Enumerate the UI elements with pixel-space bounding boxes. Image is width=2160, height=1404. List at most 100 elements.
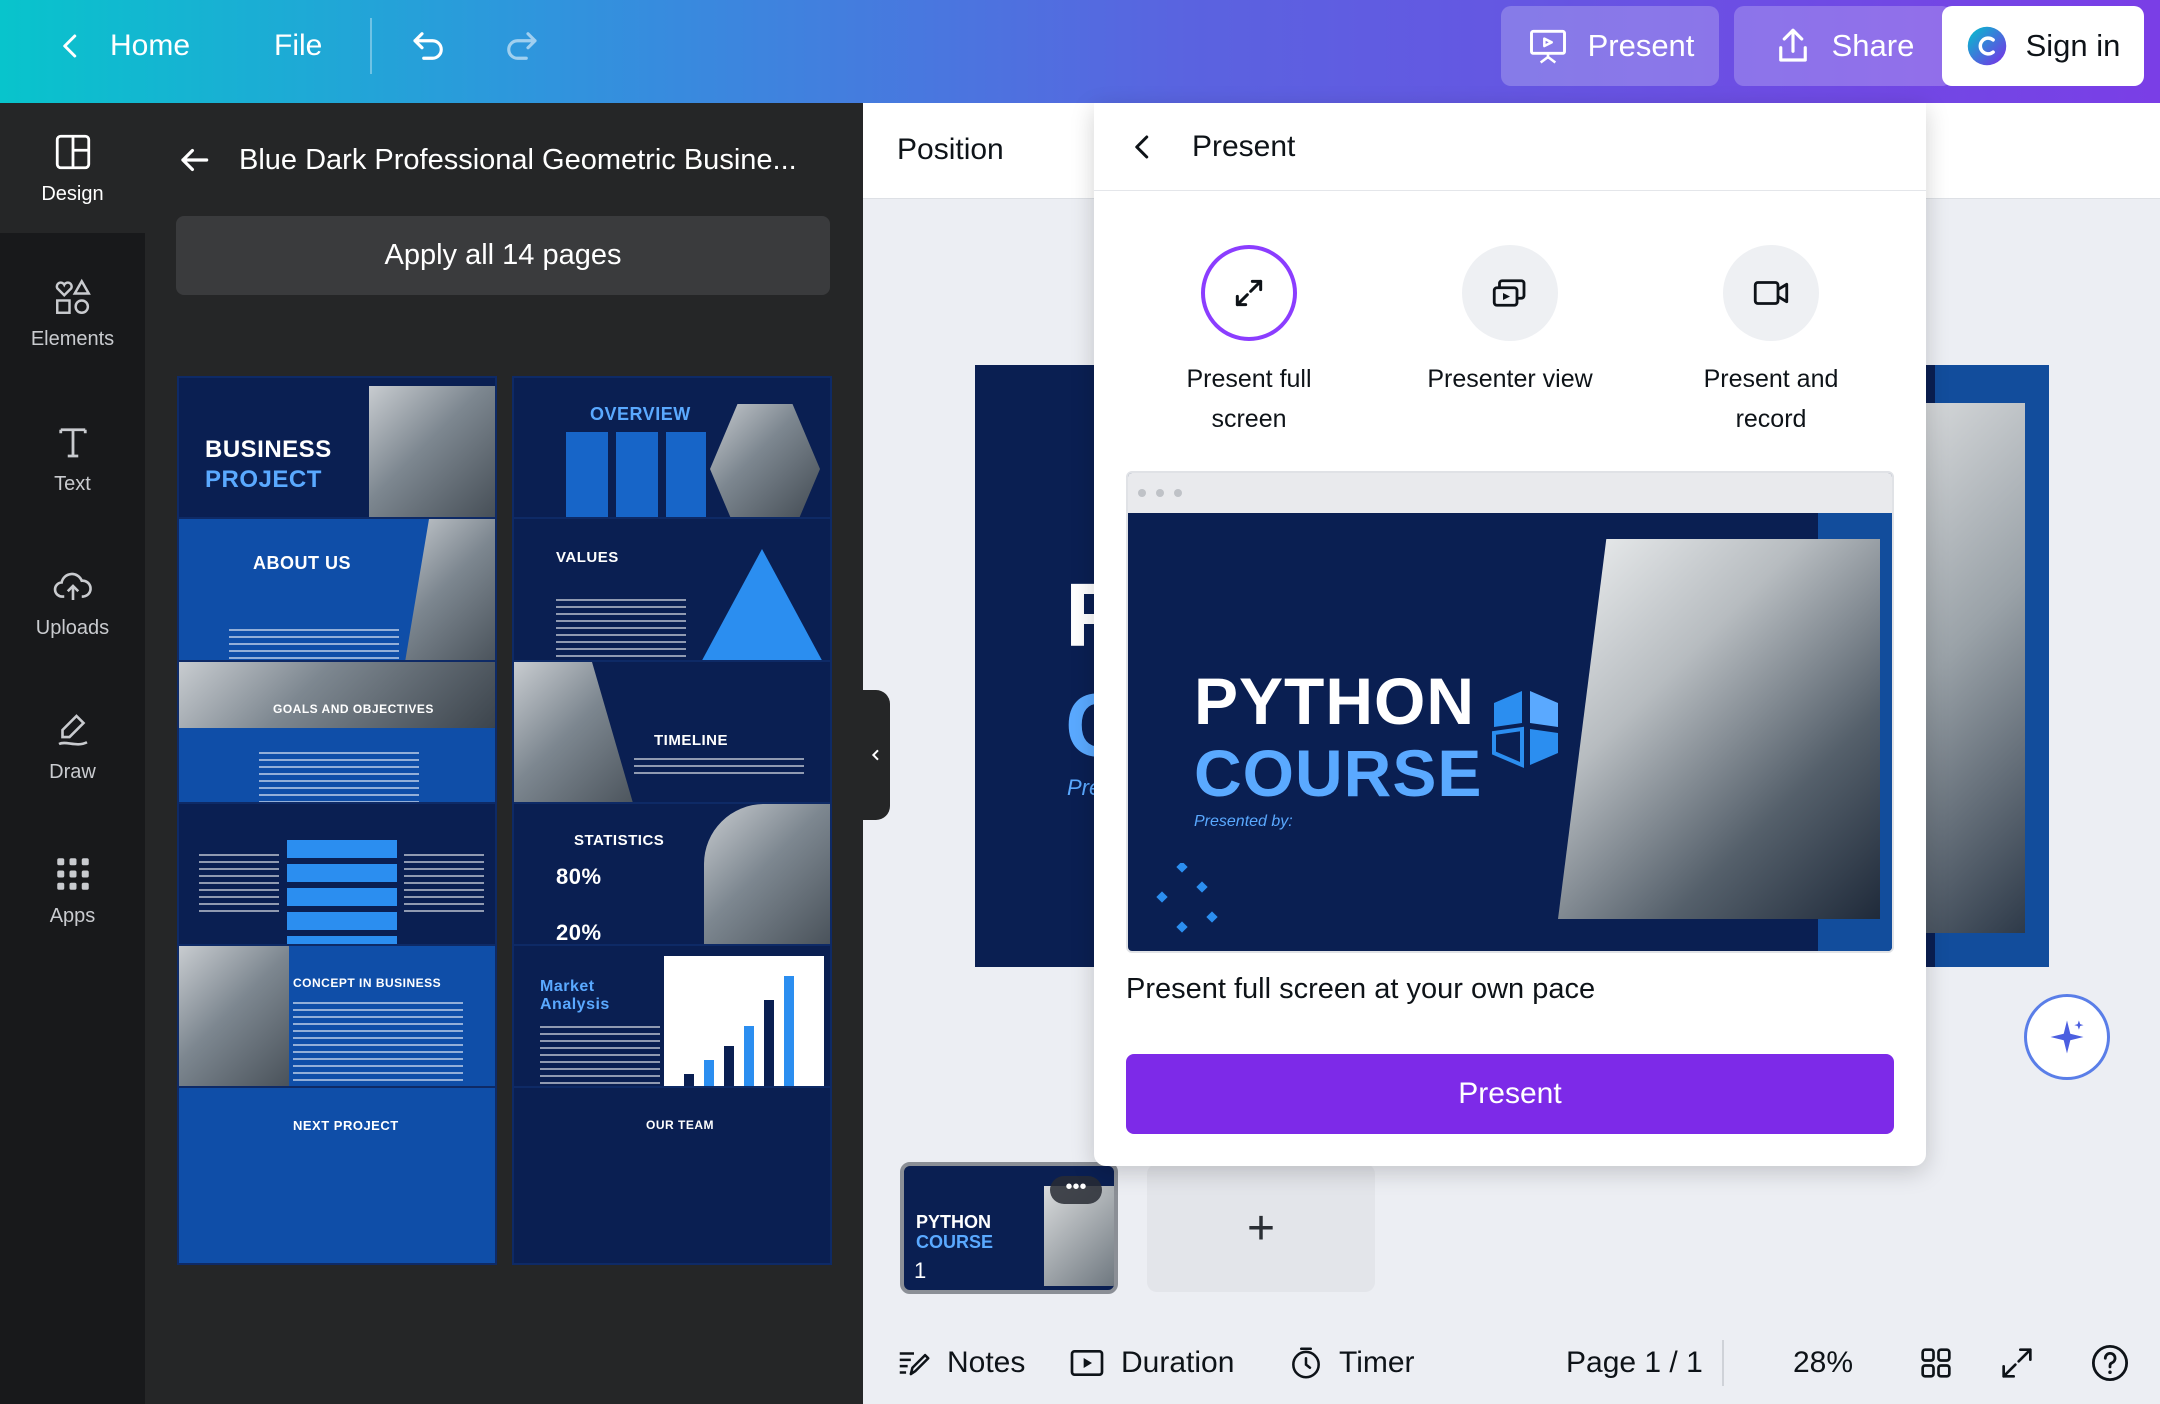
panel-header: Blue Dark Professional Geometric Busine.… [175, 133, 797, 187]
thumb-title: VALUES [556, 549, 619, 566]
back-chevron-icon[interactable] [1128, 132, 1158, 162]
redo-icon [507, 32, 537, 60]
fullscreen-arrows-icon [1235, 279, 1263, 307]
option-presenter-view[interactable]: Presenter view [1385, 245, 1635, 399]
sign-in-button[interactable]: Sign in [1942, 6, 2144, 86]
page-number: 1 [914, 1258, 927, 1283]
option-label: Present full screen [1186, 365, 1312, 433]
thumb-title-2: PROJECT [205, 466, 322, 493]
page-thumb-title-2: COURSE [916, 1232, 994, 1252]
file-menu-button[interactable]: File [274, 0, 322, 92]
timer-button[interactable]: Timer [1287, 1322, 1415, 1404]
present-popover: Present Present full screen Presenter vi… [1094, 103, 1926, 1166]
rail-item-design[interactable]: Design [0, 103, 145, 233]
collapse-panel-handle[interactable] [862, 690, 890, 820]
rail-item-elements[interactable]: Elements [0, 248, 145, 378]
thumb-title: OVERVIEW [590, 404, 691, 424]
rail-item-apps[interactable]: Apps [0, 825, 145, 955]
duration-label: Duration [1121, 1346, 1235, 1379]
redo-button[interactable] [500, 0, 542, 92]
notes-label: Notes [947, 1346, 1026, 1379]
add-page-button[interactable]: + [1147, 1164, 1375, 1292]
elements-icon [55, 278, 91, 314]
present-top-button[interactable]: Present [1501, 6, 1719, 86]
rail-item-draw[interactable]: Draw [0, 681, 145, 811]
option-circle [1723, 245, 1819, 341]
bottom-bar: Notes Duration Timer Page 1 / 1 28% [863, 1322, 2160, 1404]
rail-label-uploads: Uploads [35, 616, 110, 639]
apply-all-pages-button[interactable]: Apply all 14 pages [176, 216, 830, 295]
option-circle [1462, 245, 1558, 341]
thumb-title: OUR TEAM [646, 1118, 714, 1132]
present-top-label: Present [1587, 28, 1695, 63]
page-options-button[interactable]: ••• [1050, 1176, 1102, 1204]
toolbar-divider [370, 18, 372, 74]
thumb-title: ABOUT US [253, 553, 351, 573]
thumb-title: CONCEPT IN BUSINESS [293, 976, 442, 990]
duration-button[interactable]: Duration [1067, 1322, 1234, 1404]
timer-label: Timer [1339, 1346, 1415, 1379]
duration-icon [1070, 1350, 1104, 1376]
sign-in-label: Sign in [2025, 28, 2121, 63]
help-icon [2091, 1344, 2129, 1382]
present-description: Present full screen at your own pace [1126, 973, 1596, 1005]
upload-cloud-icon [53, 572, 92, 600]
thumb-text-lines [634, 758, 804, 778]
thumb-title: STATISTICS [574, 832, 665, 849]
grid-view-button[interactable] [1916, 1322, 1956, 1404]
chevron-left-icon [871, 749, 879, 761]
rail-label-draw: Draw [49, 760, 96, 783]
fullscreen-button[interactable] [1997, 1322, 2037, 1404]
page-thumbnail-1[interactable]: PYTHON COURSE ••• 1 [900, 1162, 1118, 1294]
rail-item-uploads[interactable]: Uploads [0, 537, 145, 667]
rail-item-text[interactable]: Text [0, 393, 145, 523]
preview-title-1: PYTHON [1194, 664, 1476, 738]
chevron-left-icon [63, 34, 77, 58]
top-bar: Home File Present Share Sign in [0, 0, 2160, 103]
thumb-photo [710, 404, 820, 534]
thumb-title: Market Analysis [540, 978, 610, 1013]
present-confirm-button[interactable]: Present [1126, 1054, 1894, 1134]
undo-icon [413, 32, 443, 60]
draw-pen-icon [57, 713, 88, 746]
thumb-title: TIMELINE [654, 732, 728, 749]
option-present-full-screen[interactable]: Present full screen [1124, 245, 1374, 439]
rail-label-design: Design [41, 182, 104, 205]
preview-subtitle: Presented by: [1194, 813, 1293, 830]
presenter-view-icon [1492, 279, 1526, 307]
notes-icon [899, 1352, 930, 1376]
magic-assistant-button[interactable] [2024, 994, 2110, 1080]
page-indicator[interactable]: Page 1 / 1 [1566, 1322, 1703, 1404]
page-indicator-label: Page 1 / 1 [1566, 1346, 1703, 1379]
option-circle [1201, 245, 1297, 341]
option-present-and-record[interactable]: Present and record [1646, 245, 1896, 439]
home-label: Home [110, 29, 191, 62]
expand-icon [2002, 1348, 2032, 1378]
share-icon [1778, 28, 1807, 62]
decorative-diamonds [1156, 863, 1218, 933]
zoom-level[interactable]: 28% [1793, 1322, 1853, 1404]
timer-icon [1292, 1347, 1320, 1379]
thumb-text-lines-2 [404, 854, 484, 914]
option-label: Presenter view [1427, 365, 1593, 393]
option-label: Present and record [1703, 365, 1839, 433]
undo-button[interactable] [408, 0, 450, 92]
home-button[interactable]: Home [56, 0, 190, 92]
preview-title-2: COURSE [1194, 736, 1483, 810]
share-label: Share [1831, 28, 1915, 63]
help-button[interactable] [2089, 1322, 2131, 1404]
thumb-photo [179, 662, 495, 728]
apps-grid-icon [56, 857, 89, 890]
left-rail: Design Elements Text Uploads Draw Apps [0, 103, 145, 1404]
template-title: Blue Dark Professional Geometric Busine.… [239, 143, 797, 176]
template-thumb-next-project[interactable]: NEXT PROJECT [177, 1086, 497, 1265]
share-button[interactable]: Share [1734, 6, 1952, 86]
video-camera-icon [1753, 281, 1789, 305]
present-icon [1529, 29, 1566, 64]
thumb-text-lines [199, 854, 279, 914]
notes-button[interactable]: Notes [895, 1322, 1025, 1404]
back-arrow-icon[interactable] [175, 141, 213, 179]
position-button[interactable]: Position [897, 133, 1004, 167]
template-thumb-our-team[interactable]: OUR TEAM [512, 1086, 832, 1265]
design-panel: Blue Dark Professional Geometric Busine.… [145, 103, 863, 1404]
